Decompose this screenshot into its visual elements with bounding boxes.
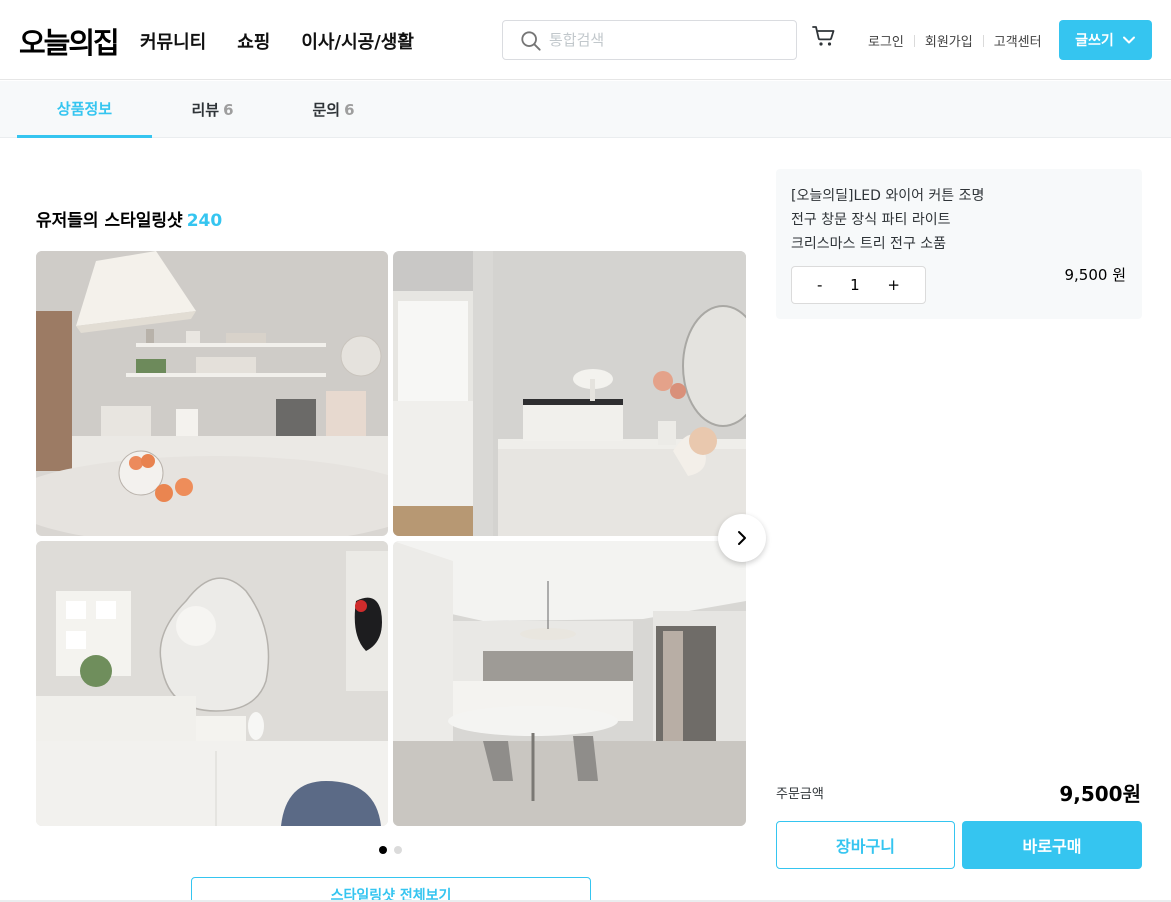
- increase-button[interactable]: +: [887, 276, 900, 294]
- tab-product-info[interactable]: 상품정보: [17, 81, 152, 138]
- nav-shopping[interactable]: 쇼핑: [237, 28, 270, 54]
- page-dot-active[interactable]: [379, 846, 387, 854]
- quantity-stepper: - 1 +: [791, 266, 926, 304]
- styling-photo[interactable]: [393, 541, 746, 826]
- tab-label: 상품정보: [56, 99, 113, 118]
- tab-count: 6: [223, 100, 234, 119]
- main-nav: 커뮤니티 쇼핑 이사/시공/생활: [140, 28, 414, 54]
- styling-title-text: 유저들의 스타일링샷: [36, 211, 183, 231]
- write-button[interactable]: 글쓰기: [1059, 20, 1152, 60]
- tab-inquiries[interactable]: 문의 6: [266, 81, 401, 138]
- option-name: [오늘의딜]LED 와이어 커튼 조명 전구 창문 장식 파티 라이트 크리스마…: [791, 184, 984, 256]
- carousel-next-button[interactable]: [718, 514, 766, 562]
- cart-icon[interactable]: [812, 24, 836, 48]
- chevron-down-icon: [1122, 36, 1135, 44]
- option-name-line: 크리스마스 트리 전구 소품: [791, 236, 947, 252]
- nav-community[interactable]: 커뮤니티: [140, 28, 206, 54]
- styling-photo[interactable]: [36, 541, 388, 826]
- top-header: 오늘의집 커뮤니티 쇼핑 이사/시공/생활 로그인 회원가입 고객센터 글쓰기: [0, 0, 1171, 80]
- buy-now-button[interactable]: 바로구매: [962, 821, 1142, 869]
- tab-label: 리뷰: [191, 101, 220, 119]
- divider: [913, 34, 915, 47]
- styling-photo[interactable]: [36, 251, 388, 536]
- tab-label: 문의: [312, 101, 341, 119]
- login-link[interactable]: 로그인: [868, 31, 904, 50]
- write-label: 글쓰기: [1075, 33, 1114, 49]
- customer-center-link[interactable]: 고객센터: [994, 31, 1042, 50]
- styling-count: 240: [186, 211, 223, 231]
- option-name-line: [오늘의딜]LED 와이어 커튼 조명: [791, 188, 985, 204]
- signup-link[interactable]: 회원가입: [925, 31, 973, 50]
- nav-moving[interactable]: 이사/시공/생활: [301, 28, 414, 54]
- option-price: 9,500 원: [1064, 266, 1126, 284]
- decrease-button[interactable]: -: [817, 276, 822, 294]
- search-box[interactable]: [502, 20, 797, 60]
- carousel-pagination: [379, 846, 402, 854]
- product-tabs: 상품정보 리뷰 6 문의 6: [0, 81, 1171, 138]
- user-menu: 로그인 회원가입 고객센터: [868, 31, 1042, 50]
- page-dot[interactable]: [394, 846, 402, 854]
- styling-title: 유저들의 스타일링샷 240: [36, 206, 222, 231]
- quantity-value[interactable]: 1: [850, 276, 860, 294]
- add-to-cart-button[interactable]: 장바구니: [776, 821, 955, 869]
- chevron-right-icon: [738, 531, 746, 545]
- selected-option: [오늘의딜]LED 와이어 커튼 조명 전구 창문 장식 파티 라이트 크리스마…: [776, 169, 1142, 319]
- order-amount-label: 주문금액: [776, 787, 824, 802]
- tab-count: 6: [344, 100, 355, 119]
- styling-photo[interactable]: [393, 251, 746, 536]
- option-name-line: 전구 창문 장식 파티 라이트: [791, 212, 951, 228]
- search-icon: [521, 31, 541, 51]
- tab-reviews[interactable]: 리뷰 6: [145, 81, 280, 138]
- search-input[interactable]: [549, 29, 779, 51]
- logo[interactable]: 오늘의집: [19, 20, 120, 62]
- divider: [982, 34, 984, 47]
- view-all-styling-button[interactable]: 스타일링샷 전체보기: [191, 877, 591, 902]
- order-amount-total: 9,500원: [1059, 782, 1141, 806]
